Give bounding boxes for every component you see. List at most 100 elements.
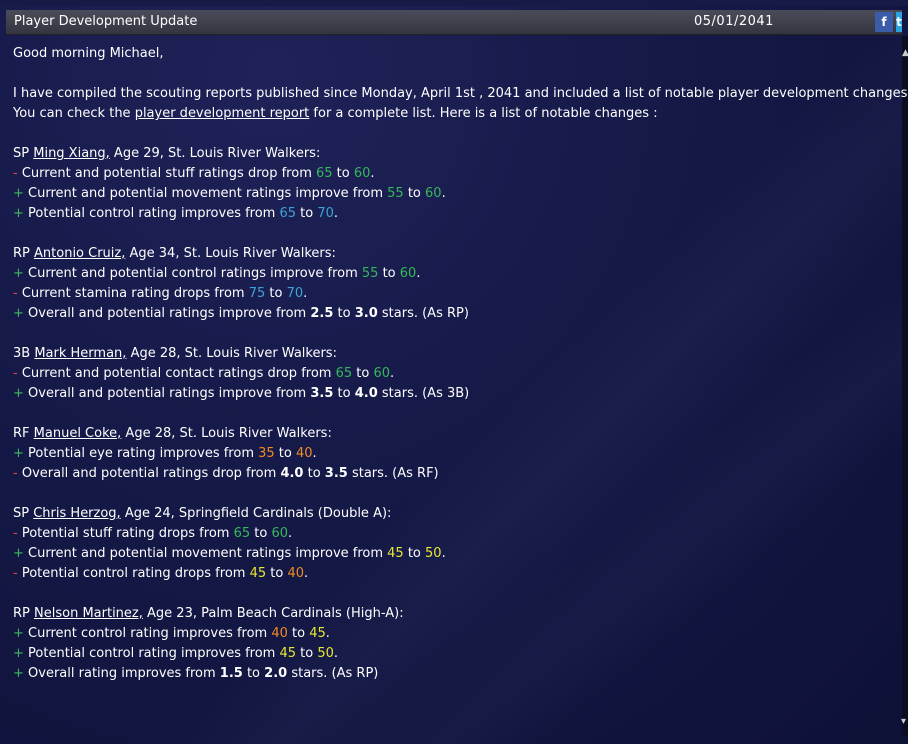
player-header: 3B Mark Herman, Age 28, St. Louis River …: [13, 344, 898, 364]
player-position: SP: [13, 146, 30, 161]
plus-sign: +: [13, 206, 24, 221]
to-value: 60: [373, 366, 390, 381]
from-value: 55: [387, 186, 404, 201]
facebook-share-button[interactable]: f: [875, 12, 893, 32]
from-value: 45: [279, 646, 297, 661]
change-item: - Current and potential contact ratings …: [13, 364, 898, 384]
from-value: 65: [279, 206, 297, 221]
player-position: RP: [13, 246, 30, 261]
change-end: stars. (As RF): [347, 466, 439, 481]
player-header: SP Chris Herzog, Age 24, Springfield Car…: [13, 504, 898, 524]
plus-sign: +: [13, 626, 24, 641]
from-value: 1.5: [219, 666, 243, 681]
intro-line-link: You can check the player development rep…: [13, 104, 898, 124]
player-info: Age 34, St. Louis River Walkers:: [125, 246, 336, 261]
to-text: to: [265, 286, 287, 301]
change-item: - Overall and potential ratings drop fro…: [13, 464, 898, 484]
to-text: to: [242, 666, 265, 681]
to-value: 2.0: [264, 666, 288, 681]
change-end: .: [441, 186, 446, 201]
change-end: stars. (As RP): [377, 306, 469, 321]
player-info: Age 29, St. Louis River Walkers:: [109, 146, 321, 161]
change-item: + Current and potential control ratings …: [13, 264, 898, 284]
plus-sign: +: [13, 546, 24, 561]
from-value: 4.0: [280, 466, 304, 481]
plus-sign: +: [13, 666, 24, 681]
to-value: 50: [317, 646, 334, 661]
change-text: Potential stuff rating drops from: [17, 526, 234, 541]
change-end: .: [288, 526, 293, 541]
change-item: + Overall rating improves from 1.5 to 2.…: [13, 664, 898, 684]
intro-prefix: You can check the: [13, 106, 135, 121]
player-name-link[interactable]: Mark Herman,: [34, 346, 126, 361]
change-text: Current and potential stuff ratings drop…: [17, 166, 316, 181]
player-position: RP: [13, 606, 30, 621]
to-value: 3.0: [354, 306, 378, 321]
change-item: - Potential control rating drops from 45…: [13, 564, 898, 584]
change-item: - Current stamina rating drops from 75 t…: [13, 284, 898, 304]
top-strip: [0, 0, 908, 6]
title-bar: Player Development Update 05/01/2041 f t: [6, 10, 902, 35]
to-text: to: [332, 166, 354, 181]
change-end: .: [312, 446, 317, 461]
change-item: + Current and potential movement ratings…: [13, 184, 898, 204]
from-value: 40: [271, 626, 288, 641]
message-body: Good morning Michael, I have compiled th…: [13, 44, 908, 684]
player-info: Age 28, St. Louis River Walkers:: [126, 346, 337, 361]
change-text: Potential control rating drops from: [17, 566, 250, 581]
player-name-link[interactable]: Nelson Martinez,: [34, 606, 143, 621]
change-end: .: [441, 546, 446, 561]
player-position: SP: [13, 506, 30, 521]
to-value: 70: [286, 286, 304, 301]
to-value: 70: [317, 206, 334, 221]
to-text: to: [266, 566, 288, 581]
from-value: 55: [361, 266, 379, 281]
from-value: 45: [387, 546, 404, 561]
to-text: to: [378, 266, 400, 281]
from-value: 45: [249, 566, 267, 581]
to-text: to: [303, 466, 325, 481]
change-text: Overall and potential ratings improve fr…: [23, 306, 311, 321]
to-value: 40: [295, 446, 313, 461]
change-text: Current and potential contact ratings dr…: [17, 366, 336, 381]
to-value: 3.5: [324, 466, 348, 481]
player-header: RF Manuel Coke, Age 28, St. Louis River …: [13, 424, 898, 444]
player-name-link[interactable]: Manuel Coke,: [34, 426, 122, 441]
to-text: to: [333, 386, 355, 401]
change-text: Potential control rating improves from: [23, 206, 280, 221]
change-text: Potential eye rating improves from: [23, 446, 259, 461]
scroll-up-arrow-icon[interactable]: ▲: [902, 48, 908, 58]
to-text: to: [296, 646, 318, 661]
plus-sign: +: [13, 446, 24, 461]
player-info: Age 24, Springfield Cardinals (Double A)…: [120, 506, 392, 521]
from-value: 35: [258, 446, 275, 461]
from-value: 2.5: [310, 306, 334, 321]
to-text: to: [296, 206, 318, 221]
player-name-link[interactable]: Antonio Cruiz,: [34, 246, 125, 261]
from-value: 75: [248, 286, 266, 301]
player-name-link[interactable]: Chris Herzog,: [33, 506, 120, 521]
change-end: .: [416, 266, 421, 281]
to-value: 60: [425, 186, 442, 201]
twitter-share-button[interactable]: t: [896, 12, 902, 32]
scrollbar[interactable]: [902, 36, 908, 736]
player-info: Age 28, St. Louis River Walkers:: [121, 426, 332, 441]
player-name-link[interactable]: Ming Xiang,: [33, 146, 110, 161]
to-text: to: [287, 626, 310, 641]
from-value: 65: [233, 526, 251, 541]
plus-sign: +: [13, 266, 24, 281]
change-text: Current control rating improves from: [23, 626, 272, 641]
change-end: .: [333, 206, 339, 221]
message-title: Player Development Update: [14, 14, 198, 29]
player-info: Age 23, Palm Beach Cardinals (High-A):: [142, 606, 404, 621]
change-text: Potential control rating improves from: [23, 646, 280, 661]
to-text: to: [403, 186, 426, 201]
player-list: SP Ming Xiang, Age 29, St. Louis River W…: [13, 144, 898, 684]
change-text: Current stamina rating drops from: [17, 286, 249, 301]
player-development-report-link[interactable]: player development report: [135, 106, 310, 121]
change-end: .: [303, 286, 308, 301]
player-header: RP Nelson Martinez, Age 23, Palm Beach C…: [13, 604, 898, 624]
change-text: Overall and potential ratings improve fr…: [23, 386, 311, 401]
scroll-down-arrow-icon[interactable]: ▾: [901, 716, 906, 727]
to-text: to: [352, 366, 374, 381]
